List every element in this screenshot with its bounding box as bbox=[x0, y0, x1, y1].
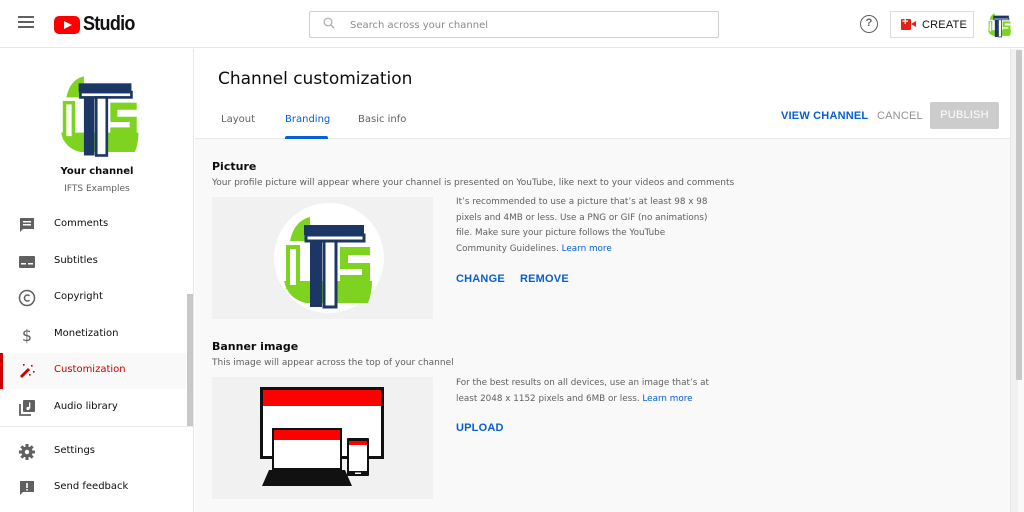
sidebar-scrollbar[interactable] bbox=[187, 294, 193, 426]
sidebar-item-label: Audio library bbox=[54, 401, 118, 412]
channel-avatar[interactable] bbox=[54, 71, 142, 159]
remove-picture-button[interactable]: REMOVE bbox=[520, 273, 569, 285]
gear-icon bbox=[19, 444, 35, 460]
comment-icon bbox=[20, 218, 34, 232]
sidebar: Your channel IFTS Examples Comments Subt… bbox=[0, 49, 194, 512]
devices-illustration-icon bbox=[260, 387, 384, 486]
sidebar-item-subtitles[interactable]: Subtitles bbox=[0, 244, 186, 280]
page-header: Channel customization Layout Branding Ba… bbox=[195, 49, 1017, 139]
publish-button[interactable]: PUBLISH bbox=[930, 102, 999, 129]
profile-picture-preview bbox=[212, 197, 433, 319]
sidebar-item-label: Copyright bbox=[54, 291, 103, 302]
sidebar-item-audio-library[interactable]: Audio library bbox=[0, 390, 186, 426]
tab-basic-info[interactable]: Basic info bbox=[358, 114, 406, 125]
banner-title: Banner image bbox=[212, 340, 299, 353]
banner-preview bbox=[212, 377, 433, 499]
banner-description: This image will appear across the top of… bbox=[212, 358, 454, 368]
app-name: Studio bbox=[83, 13, 135, 35]
sidebar-item-settings[interactable]: Settings bbox=[0, 434, 186, 470]
picture-title: Picture bbox=[212, 160, 257, 173]
search-icon bbox=[323, 17, 335, 29]
video-camera-add-icon bbox=[901, 16, 916, 30]
audio-library-icon bbox=[19, 400, 35, 416]
sidebar-item-copyright[interactable]: Copyright bbox=[0, 280, 186, 316]
tab-branding[interactable]: Branding bbox=[285, 114, 330, 125]
sidebar-item-label: Subtitles bbox=[54, 255, 98, 266]
sidebar-item-send-feedback[interactable]: Send feedback bbox=[0, 470, 186, 506]
sidebar-item-label: Monetization bbox=[54, 328, 119, 339]
help-icon[interactable]: ? bbox=[860, 15, 878, 33]
copyright-icon bbox=[18, 289, 36, 307]
banner-info: For the best results on all devices, use… bbox=[456, 376, 712, 407]
active-tab-indicator bbox=[285, 136, 328, 139]
svg-text:$: $ bbox=[22, 326, 32, 344]
banner-learn-more-link[interactable]: Learn more bbox=[642, 394, 692, 404]
sidebar-item-label: Settings bbox=[54, 445, 96, 456]
top-app-bar: Studio ? CREATE bbox=[0, 0, 1024, 48]
view-channel-button[interactable]: VIEW CHANNEL bbox=[781, 110, 868, 122]
youtube-studio-logo[interactable]: Studio bbox=[54, 13, 140, 36]
sidebar-item-label: Comments bbox=[54, 218, 109, 229]
search-input[interactable] bbox=[350, 16, 700, 34]
ifts-logo-image bbox=[276, 211, 376, 311]
cancel-button[interactable]: CANCEL bbox=[877, 110, 923, 122]
create-label: CREATE bbox=[922, 18, 968, 31]
page-title: Channel customization bbox=[218, 69, 413, 89]
sidebar-divider bbox=[0, 426, 194, 427]
picture-info: It’s recommended to use a picture that’s… bbox=[456, 195, 712, 257]
sidebar-item-customization[interactable]: Customization bbox=[0, 353, 186, 389]
create-button[interactable]: CREATE bbox=[890, 11, 974, 38]
magic-wand-icon bbox=[19, 364, 35, 379]
sidebar-item-comments[interactable]: Comments bbox=[0, 207, 186, 243]
subtitles-icon bbox=[19, 256, 35, 268]
sidebar-item-monetization[interactable]: $ Monetization bbox=[0, 317, 186, 353]
picture-learn-more-link[interactable]: Learn more bbox=[562, 244, 612, 254]
account-avatar[interactable] bbox=[986, 12, 1012, 38]
channel-name: IFTS Examples bbox=[64, 184, 130, 194]
feedback-icon bbox=[20, 481, 34, 495]
tab-layout[interactable]: Layout bbox=[221, 114, 255, 125]
your-channel-label[interactable]: Your channel bbox=[0, 166, 194, 177]
upload-banner-button[interactable]: UPLOAD bbox=[456, 422, 504, 434]
menu-icon[interactable] bbox=[18, 16, 34, 30]
search-box[interactable] bbox=[309, 11, 719, 38]
sidebar-item-label: Send feedback bbox=[54, 481, 129, 492]
picture-description: Your profile picture will appear where y… bbox=[212, 178, 735, 188]
dollar-icon: $ bbox=[22, 326, 32, 344]
sidebar-item-label: Customization bbox=[54, 364, 126, 375]
youtube-play-icon bbox=[54, 15, 80, 34]
change-picture-button[interactable]: CHANGE bbox=[456, 273, 505, 285]
main-scrollbar[interactable] bbox=[1016, 50, 1022, 380]
